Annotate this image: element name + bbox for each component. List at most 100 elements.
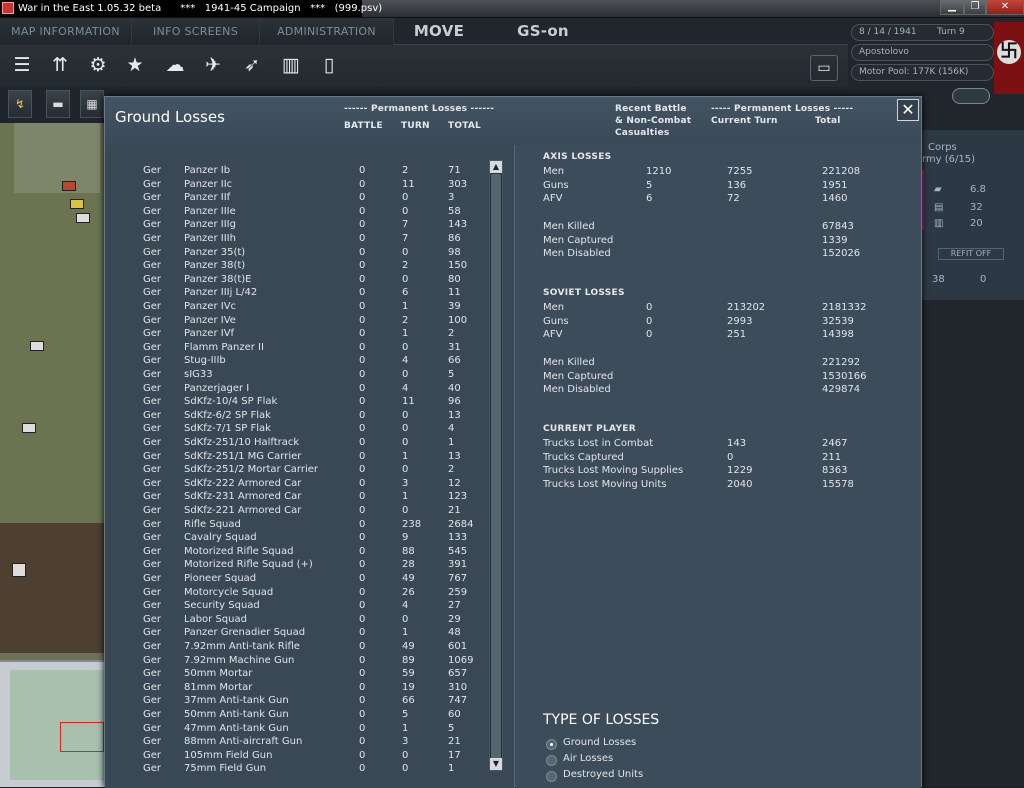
path-icon[interactable]: ↯	[8, 90, 32, 118]
unit-counter-icon[interactable]	[30, 341, 44, 351]
fuel-icon[interactable]: ▥	[276, 50, 306, 80]
equipment-name-cell: 7.92mm Machine Gun	[184, 654, 295, 666]
close-dialog-button[interactable]: ✕	[897, 99, 919, 121]
battle-loss-cell: 0	[359, 192, 366, 204]
battle-loss-cell: 0	[359, 654, 366, 666]
nation-cell: Ger	[143, 613, 162, 625]
hex-terrain	[0, 523, 104, 653]
refit-button[interactable]: REFIT OFF	[938, 248, 1004, 260]
table-row: Ger 47mm Anti-tank Gun 0 1 5	[105, 722, 485, 735]
summary-row: AFV 0 251 14398	[516, 328, 916, 341]
nation-cell: Ger	[143, 627, 162, 639]
equipment-name-cell: Panzer 35(t)	[184, 246, 246, 258]
table-row: Ger Panzer 38(t)E 0 0 80	[105, 273, 485, 286]
table-row: Ger SdKfz-251/1 MG Carrier 0 1 13	[105, 450, 485, 463]
summary-cell: 0	[646, 329, 653, 341]
turn-loss-cell: 4	[402, 600, 409, 612]
ground-losses-radio[interactable]	[546, 739, 557, 750]
gun-icon: ▥	[934, 218, 944, 229]
loss-list-pane[interactable]: Ger Panzer Ib 0 2 71 Ger Panzer IIc 0 11 303 Ger Pa…	[105, 145, 515, 788]
summary-row: Men 1210 7255 221208	[516, 165, 916, 178]
air-icon[interactable]: ✈	[198, 50, 228, 80]
scroll-down-button[interactable]: ▼	[490, 758, 502, 770]
turn-loss-cell: 49	[402, 573, 415, 584]
unit-counter-icon[interactable]	[22, 423, 36, 433]
equipment-name-cell: Motorcycle Squad	[184, 586, 274, 598]
equipment-name-cell: 88mm Anti-aircraft Gun	[184, 736, 303, 748]
destroyed-units-label[interactable]: Destroyed Units	[563, 769, 643, 780]
truck-icon[interactable]: ▬	[46, 90, 70, 118]
summary-cell: 1229	[727, 465, 753, 477]
summary-row: Men 0 213202 2181332	[516, 301, 916, 314]
nation-cell: Ger	[143, 382, 162, 394]
total-loss-cell: 13	[448, 409, 461, 421]
weather-icon[interactable]: ☁	[160, 50, 190, 80]
gear-icon[interactable]: ⚙	[83, 50, 113, 80]
tab-administration[interactable]: ADMINISTRATION	[260, 18, 394, 45]
battle-loss-cell: 0	[359, 600, 366, 612]
battle-loss-cell: 0	[359, 573, 366, 584]
summary-cell: Trucks Captured	[543, 451, 624, 463]
air-losses-radio[interactable]	[546, 755, 557, 766]
table-row: Ger Flamm Panzer II 0 0 31	[105, 341, 485, 354]
nation-cell: Ger	[143, 246, 162, 258]
table-row: Ger Panzer IVe 0 2 100	[105, 314, 485, 327]
star-icon[interactable]: ★	[120, 50, 150, 80]
infantry-icon: ▤	[934, 202, 944, 213]
summary-cell: Guns	[543, 315, 569, 327]
map-mode-icon[interactable]: ▦	[80, 90, 104, 118]
layers-icon[interactable]: ☰	[7, 50, 37, 80]
total-column-header: TOTAL	[448, 121, 481, 131]
tab-map-information[interactable]: MAP INFORMATION	[0, 18, 132, 45]
minimize-button[interactable]: ▁	[940, 0, 964, 15]
equipment-name-cell: Flamm Panzer II	[184, 341, 264, 353]
total-loss-cell: 27	[448, 600, 461, 612]
ground-losses-label[interactable]: Ground Losses	[563, 737, 636, 748]
summary-cell: 221208	[822, 166, 861, 177]
turn-loss-cell: 9	[402, 532, 409, 544]
nation-cell: Ger	[143, 600, 162, 612]
turn-loss-cell: 0	[402, 409, 409, 421]
scroll-thumb[interactable]	[491, 174, 501, 758]
tab-info-screens[interactable]: INFO SCREENS	[132, 18, 260, 45]
minimap[interactable]	[0, 660, 104, 787]
document-icon[interactable]: ▯	[314, 50, 344, 80]
total-loss-cell: 96	[448, 396, 461, 408]
battle-loss-cell: 0	[359, 178, 366, 190]
summary-cell: 8363	[822, 465, 848, 477]
card-icon[interactable]: ▭	[810, 55, 838, 81]
toggle-icon[interactable]	[952, 88, 990, 104]
turn-loss-cell: 0	[402, 341, 409, 353]
total-loss-cell: 40	[448, 382, 461, 394]
unit-counter-icon[interactable]	[76, 213, 90, 223]
nation-cell: Ger	[143, 233, 162, 244]
battle-loss-cell: 0	[359, 695, 366, 707]
nation-cell: Ger	[143, 396, 162, 408]
motor-pool-display: Motor Pool: 177K (156K)	[851, 64, 994, 81]
unit-counter-icon[interactable]	[70, 199, 84, 209]
unit-counter-icon[interactable]	[62, 181, 76, 191]
scroll-up-button[interactable]: ▲	[490, 161, 502, 173]
maximize-button[interactable]: ❐	[964, 0, 986, 15]
nation-cell: Ger	[143, 178, 162, 190]
air-losses-label[interactable]: Air Losses	[563, 753, 613, 764]
summary-cell: Trucks Lost in Combat	[543, 438, 654, 449]
rocket-icon[interactable]: ➶	[237, 50, 267, 80]
total-loss-cell: 1069	[448, 654, 474, 666]
summary-cell: 251	[727, 329, 747, 341]
main-menu-bar: MAP INFORMATION INFO SCREENS ADMINISTRAT…	[0, 18, 848, 45]
destroyed-units-radio[interactable]	[546, 771, 557, 782]
equipment-name-cell: 50mm Mortar	[184, 668, 253, 680]
window-titlebar: War in the East 1.05.32 beta *** 1941-45…	[0, 0, 1024, 18]
unit-counter-icon[interactable]	[12, 563, 26, 577]
summary-cell: 152026	[822, 248, 861, 260]
move-mode-button[interactable]: MOVE	[394, 18, 484, 45]
battle-loss-cell: 0	[359, 736, 366, 748]
loss-list-scrollbar[interactable]: ▲ ▼	[489, 160, 503, 771]
unit-icon[interactable]: ⇈	[45, 50, 75, 80]
current-player-title: CURRENT PLAYER	[543, 424, 636, 434]
ground-support-toggle[interactable]: GS-on	[498, 18, 588, 45]
close-window-button[interactable]: ✕	[986, 0, 1024, 15]
total-loss-cell: 2	[448, 464, 455, 476]
summary-row: Men Killed 221292	[516, 356, 916, 369]
